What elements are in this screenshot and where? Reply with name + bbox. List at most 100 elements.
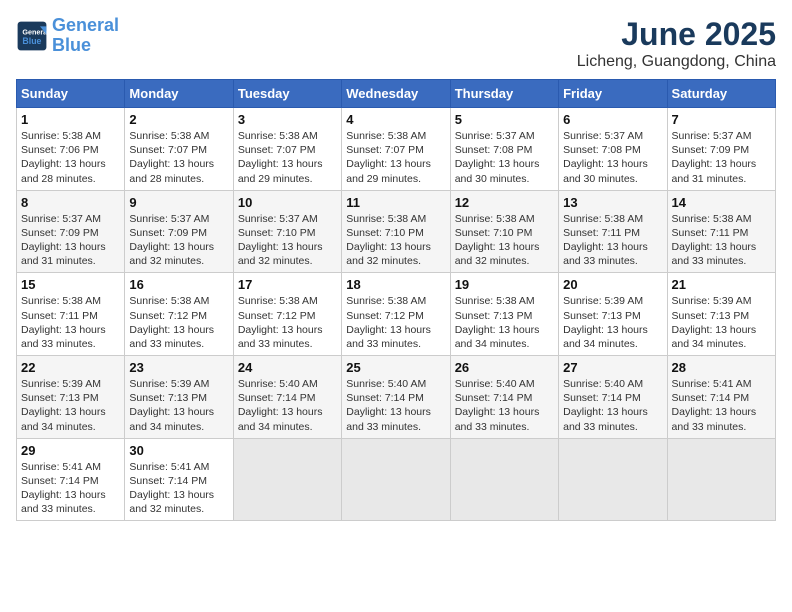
day-info: Sunrise: 5:38 AMSunset: 7:07 PMDaylight:… bbox=[346, 130, 431, 185]
logo: General Blue GeneralBlue bbox=[16, 16, 119, 56]
day-info: Sunrise: 5:40 AMSunset: 7:14 PMDaylight:… bbox=[238, 378, 323, 433]
calendar-cell: 2 Sunrise: 5:38 AMSunset: 7:07 PMDayligh… bbox=[125, 108, 233, 191]
day-info: Sunrise: 5:40 AMSunset: 7:14 PMDaylight:… bbox=[455, 378, 540, 433]
day-number: 30 bbox=[129, 443, 228, 458]
day-number: 19 bbox=[455, 277, 554, 292]
calendar-cell: 22 Sunrise: 5:39 AMSunset: 7:13 PMDaylig… bbox=[17, 356, 125, 439]
calendar-cell bbox=[450, 438, 558, 521]
calendar-cell: 4 Sunrise: 5:38 AMSunset: 7:07 PMDayligh… bbox=[342, 108, 450, 191]
calendar-title: June 2025 bbox=[577, 16, 776, 53]
calendar-cell bbox=[667, 438, 775, 521]
calendar-cell: 21 Sunrise: 5:39 AMSunset: 7:13 PMDaylig… bbox=[667, 273, 775, 356]
day-info: Sunrise: 5:41 AMSunset: 7:14 PMDaylight:… bbox=[129, 461, 214, 516]
day-info: Sunrise: 5:38 AMSunset: 7:11 PMDaylight:… bbox=[21, 295, 106, 350]
day-number: 2 bbox=[129, 112, 228, 127]
day-info: Sunrise: 5:38 AMSunset: 7:13 PMDaylight:… bbox=[455, 295, 540, 350]
calendar-cell: 1 Sunrise: 5:38 AMSunset: 7:06 PMDayligh… bbox=[17, 108, 125, 191]
calendar-cell: 27 Sunrise: 5:40 AMSunset: 7:14 PMDaylig… bbox=[559, 356, 667, 439]
header-friday: Friday bbox=[559, 80, 667, 108]
day-number: 11 bbox=[346, 195, 445, 210]
header-monday: Monday bbox=[125, 80, 233, 108]
calendar-cell: 24 Sunrise: 5:40 AMSunset: 7:14 PMDaylig… bbox=[233, 356, 341, 439]
day-number: 3 bbox=[238, 112, 337, 127]
day-number: 6 bbox=[563, 112, 662, 127]
calendar-cell: 18 Sunrise: 5:38 AMSunset: 7:12 PMDaylig… bbox=[342, 273, 450, 356]
day-number: 7 bbox=[672, 112, 771, 127]
calendar-cell bbox=[342, 438, 450, 521]
day-number: 26 bbox=[455, 360, 554, 375]
day-info: Sunrise: 5:37 AMSunset: 7:09 PMDaylight:… bbox=[672, 130, 757, 185]
header-saturday: Saturday bbox=[667, 80, 775, 108]
day-number: 17 bbox=[238, 277, 337, 292]
day-number: 15 bbox=[21, 277, 120, 292]
day-number: 23 bbox=[129, 360, 228, 375]
calendar-cell: 5 Sunrise: 5:37 AMSunset: 7:08 PMDayligh… bbox=[450, 108, 558, 191]
calendar-cell: 14 Sunrise: 5:38 AMSunset: 7:11 PMDaylig… bbox=[667, 190, 775, 273]
calendar-cell: 7 Sunrise: 5:37 AMSunset: 7:09 PMDayligh… bbox=[667, 108, 775, 191]
calendar-week-row: 8 Sunrise: 5:37 AMSunset: 7:09 PMDayligh… bbox=[17, 190, 776, 273]
day-number: 1 bbox=[21, 112, 120, 127]
day-info: Sunrise: 5:41 AMSunset: 7:14 PMDaylight:… bbox=[672, 378, 757, 433]
day-info: Sunrise: 5:39 AMSunset: 7:13 PMDaylight:… bbox=[563, 295, 648, 350]
title-area: June 2025 Licheng, Guangdong, China bbox=[577, 16, 776, 71]
calendar-week-row: 1 Sunrise: 5:38 AMSunset: 7:06 PMDayligh… bbox=[17, 108, 776, 191]
calendar-cell: 15 Sunrise: 5:38 AMSunset: 7:11 PMDaylig… bbox=[17, 273, 125, 356]
day-info: Sunrise: 5:39 AMSunset: 7:13 PMDaylight:… bbox=[672, 295, 757, 350]
day-number: 13 bbox=[563, 195, 662, 210]
header-wednesday: Wednesday bbox=[342, 80, 450, 108]
day-number: 8 bbox=[21, 195, 120, 210]
day-info: Sunrise: 5:38 AMSunset: 7:12 PMDaylight:… bbox=[346, 295, 431, 350]
day-info: Sunrise: 5:38 AMSunset: 7:12 PMDaylight:… bbox=[238, 295, 323, 350]
logo-icon: General Blue bbox=[16, 20, 48, 52]
day-info: Sunrise: 5:40 AMSunset: 7:14 PMDaylight:… bbox=[346, 378, 431, 433]
calendar-week-row: 22 Sunrise: 5:39 AMSunset: 7:13 PMDaylig… bbox=[17, 356, 776, 439]
calendar-cell: 10 Sunrise: 5:37 AMSunset: 7:10 PMDaylig… bbox=[233, 190, 341, 273]
day-number: 5 bbox=[455, 112, 554, 127]
logo-text: GeneralBlue bbox=[52, 16, 119, 56]
day-number: 27 bbox=[563, 360, 662, 375]
calendar-cell: 30 Sunrise: 5:41 AMSunset: 7:14 PMDaylig… bbox=[125, 438, 233, 521]
calendar-cell: 11 Sunrise: 5:38 AMSunset: 7:10 PMDaylig… bbox=[342, 190, 450, 273]
calendar-cell: 13 Sunrise: 5:38 AMSunset: 7:11 PMDaylig… bbox=[559, 190, 667, 273]
calendar-week-row: 15 Sunrise: 5:38 AMSunset: 7:11 PMDaylig… bbox=[17, 273, 776, 356]
calendar-cell: 29 Sunrise: 5:41 AMSunset: 7:14 PMDaylig… bbox=[17, 438, 125, 521]
day-info: Sunrise: 5:37 AMSunset: 7:08 PMDaylight:… bbox=[563, 130, 648, 185]
day-info: Sunrise: 5:39 AMSunset: 7:13 PMDaylight:… bbox=[21, 378, 106, 433]
calendar-cell: 8 Sunrise: 5:37 AMSunset: 7:09 PMDayligh… bbox=[17, 190, 125, 273]
header-tuesday: Tuesday bbox=[233, 80, 341, 108]
day-info: Sunrise: 5:38 AMSunset: 7:10 PMDaylight:… bbox=[455, 213, 540, 268]
calendar-cell: 19 Sunrise: 5:38 AMSunset: 7:13 PMDaylig… bbox=[450, 273, 558, 356]
header-sunday: Sunday bbox=[17, 80, 125, 108]
day-info: Sunrise: 5:41 AMSunset: 7:14 PMDaylight:… bbox=[21, 461, 106, 516]
day-number: 24 bbox=[238, 360, 337, 375]
svg-text:Blue: Blue bbox=[22, 36, 41, 46]
day-number: 14 bbox=[672, 195, 771, 210]
calendar-table: Sunday Monday Tuesday Wednesday Thursday… bbox=[16, 79, 776, 521]
day-info: Sunrise: 5:38 AMSunset: 7:11 PMDaylight:… bbox=[563, 213, 648, 268]
calendar-cell: 17 Sunrise: 5:38 AMSunset: 7:12 PMDaylig… bbox=[233, 273, 341, 356]
calendar-cell: 9 Sunrise: 5:37 AMSunset: 7:09 PMDayligh… bbox=[125, 190, 233, 273]
calendar-week-row: 29 Sunrise: 5:41 AMSunset: 7:14 PMDaylig… bbox=[17, 438, 776, 521]
day-info: Sunrise: 5:38 AMSunset: 7:11 PMDaylight:… bbox=[672, 213, 757, 268]
day-info: Sunrise: 5:38 AMSunset: 7:12 PMDaylight:… bbox=[129, 295, 214, 350]
day-number: 22 bbox=[21, 360, 120, 375]
header-thursday: Thursday bbox=[450, 80, 558, 108]
day-number: 18 bbox=[346, 277, 445, 292]
day-number: 12 bbox=[455, 195, 554, 210]
header: General Blue GeneralBlue June 2025 Liche… bbox=[16, 16, 776, 71]
day-number: 25 bbox=[346, 360, 445, 375]
day-info: Sunrise: 5:37 AMSunset: 7:10 PMDaylight:… bbox=[238, 213, 323, 268]
calendar-cell bbox=[233, 438, 341, 521]
day-info: Sunrise: 5:38 AMSunset: 7:07 PMDaylight:… bbox=[238, 130, 323, 185]
day-info: Sunrise: 5:37 AMSunset: 7:09 PMDaylight:… bbox=[129, 213, 214, 268]
day-number: 9 bbox=[129, 195, 228, 210]
calendar-cell: 23 Sunrise: 5:39 AMSunset: 7:13 PMDaylig… bbox=[125, 356, 233, 439]
calendar-cell: 16 Sunrise: 5:38 AMSunset: 7:12 PMDaylig… bbox=[125, 273, 233, 356]
day-info: Sunrise: 5:37 AMSunset: 7:08 PMDaylight:… bbox=[455, 130, 540, 185]
day-number: 21 bbox=[672, 277, 771, 292]
day-info: Sunrise: 5:37 AMSunset: 7:09 PMDaylight:… bbox=[21, 213, 106, 268]
calendar-cell bbox=[559, 438, 667, 521]
calendar-cell: 26 Sunrise: 5:40 AMSunset: 7:14 PMDaylig… bbox=[450, 356, 558, 439]
day-number: 29 bbox=[21, 443, 120, 458]
calendar-cell: 12 Sunrise: 5:38 AMSunset: 7:10 PMDaylig… bbox=[450, 190, 558, 273]
